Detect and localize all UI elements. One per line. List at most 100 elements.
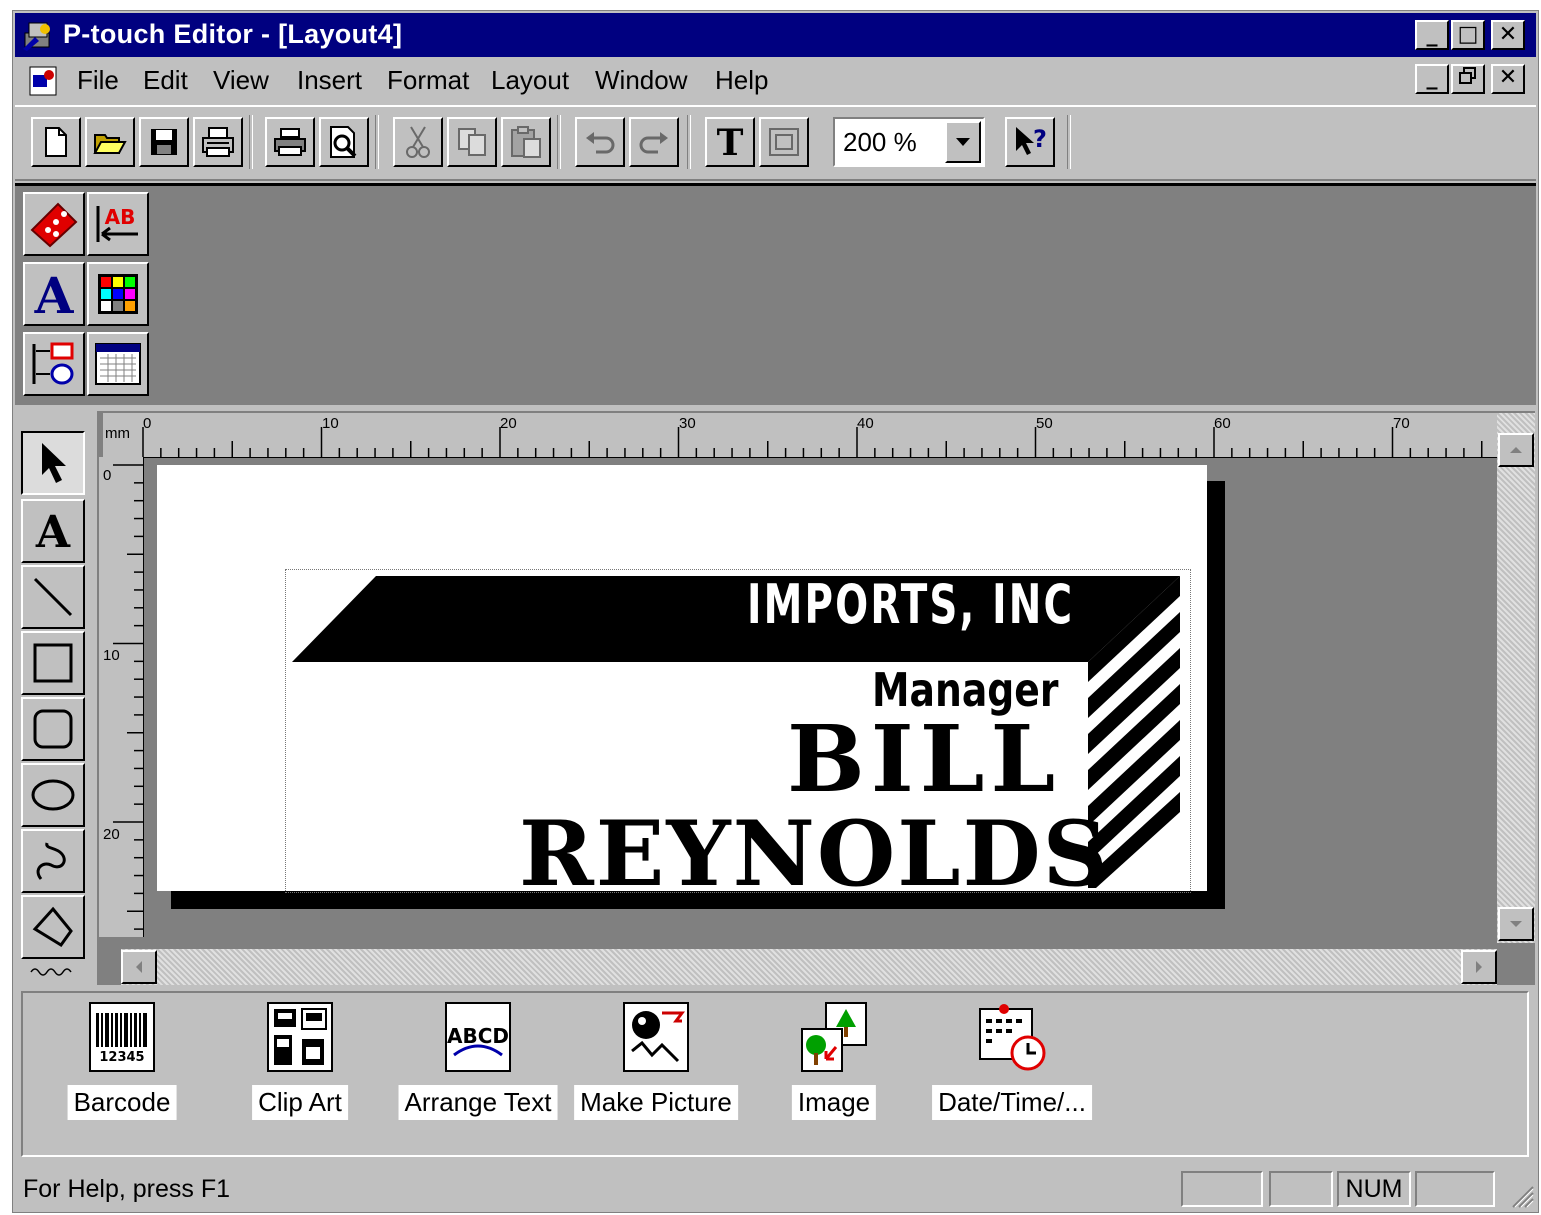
svg-text:AB: AB [105,205,136,229]
doc-restore-button[interactable] [1451,64,1485,94]
print-property-button[interactable] [23,192,85,256]
menu-format[interactable]: Format [387,65,469,96]
image-wizard-button[interactable]: Image [749,999,919,1129]
doc-minimize-button[interactable]: _ [1415,64,1449,94]
minimize-button[interactable]: _ [1415,20,1449,50]
select-tool[interactable] [21,431,85,495]
clip-art-wizard-button[interactable]: Clip Art [215,999,385,1129]
new-button[interactable] [31,117,81,167]
h-ruler-label: 70 [1393,415,1410,432]
menu-layout[interactable]: Layout [491,65,569,96]
restore-icon [1459,67,1476,84]
print-button[interactable] [265,117,315,167]
property-panel: AB A [15,183,1536,405]
ellipse-tool[interactable] [21,763,85,827]
zoom-combo[interactable]: 200 % [833,117,985,167]
h-ruler-label: 40 [857,415,874,432]
menu-view[interactable]: View [213,65,269,96]
context-help-button[interactable]: ? [1005,117,1055,167]
chevron-down-icon [1510,921,1522,927]
maximize-button[interactable]: □ [1451,20,1485,50]
scroll-left-button[interactable] [121,950,157,984]
vertical-scrollbar[interactable] [1497,413,1535,943]
date-time-icon [979,1004,1046,1071]
company-text[interactable]: IMPORTS, INC [747,573,1074,636]
context-help-icon: ? [1016,125,1047,155]
font-property-button[interactable]: A [23,262,85,326]
copy-button[interactable] [447,117,497,167]
scroll-right-button[interactable] [1461,950,1497,984]
menu-file[interactable]: File [77,65,119,96]
print-preview-button[interactable] [319,117,369,167]
text-layout-property-button[interactable]: AB [87,192,149,256]
text-tool[interactable]: A [21,499,85,563]
title-bar[interactable]: P-touch Editor - [Layout4] _ □ ✕ [15,13,1536,57]
draw-toolbar-more[interactable] [21,963,85,976]
table-property-button[interactable] [87,332,149,396]
rectangle-tool[interactable] [21,631,85,695]
rounded-rectangle-tool[interactable] [21,697,85,761]
status-help-text: For Help, press F1 [23,1175,231,1203]
paste-icon [511,126,541,158]
save-button[interactable] [139,117,189,167]
scroll-up-button[interactable] [1498,433,1534,467]
image-icon [801,1002,867,1072]
date-time-label: Date/Time/... [932,1085,1092,1120]
color-property-button[interactable] [87,262,149,326]
status-pane [1181,1171,1263,1207]
make-picture-wizard-button[interactable]: Make Picture [571,999,741,1129]
v-ruler-label: 20 [103,826,120,843]
num-lock-indicator: NUM [1337,1171,1411,1207]
first-name-text[interactable]: BILL [787,705,1061,813]
standard-toolbar: T 200 % ? [15,105,1536,181]
open-button[interactable] [85,117,135,167]
rounded-rectangle-icon [33,709,73,749]
app-window: P-touch Editor - [Layout4] _ □ ✕ File Ed… [12,10,1539,1213]
paste-button[interactable] [501,117,551,167]
app-icon[interactable] [21,19,55,51]
resize-grip-icon[interactable] [1509,1183,1535,1209]
menu-help[interactable]: Help [715,65,768,96]
horizontal-scrollbar[interactable] [121,949,1497,985]
redo-button[interactable] [629,117,679,167]
print-setup-button[interactable] [193,117,243,167]
menu-window[interactable]: Window [595,65,687,96]
redo-icon [639,132,668,154]
copy-icon [458,128,486,156]
layout-editor[interactable]: mm 0 10 20 30 40 50 60 70 0 10 20 IMPORT… [97,411,1535,985]
toolbar-separator [687,115,691,169]
barcode-icon: 12345 [89,1002,155,1072]
toolbar-separator [249,115,253,169]
freehand-tool[interactable] [21,829,85,893]
font-icon: A [34,269,75,319]
scroll-down-button[interactable] [1498,907,1534,941]
print-icon [274,128,306,156]
doc-close-button[interactable]: ✕ [1491,64,1525,94]
date-time-wizard-button[interactable]: Date/Time/... [927,999,1097,1129]
document-icon[interactable] [27,65,61,97]
print-preview-icon [330,126,357,158]
polygon-tool[interactable] [21,895,85,959]
ruler-unit: mm [105,425,130,442]
chevron-down-icon [956,138,970,146]
frame-button[interactable] [759,117,809,167]
arrange-text-wizard-button[interactable]: ABCD Arrange Text [393,999,563,1129]
label-paper[interactable]: IMPORTS, INC Manager BILL REYNOLDS [157,465,1207,907]
cut-button[interactable] [393,117,443,167]
last-name-text[interactable]: REYNOLDS [519,801,1110,907]
more-icon [30,968,72,976]
vertical-ruler-ticks [113,464,143,930]
minimize-icon: _ [1426,22,1438,47]
menu-insert[interactable]: Insert [297,65,362,96]
text-button[interactable]: T [705,117,755,167]
line-tool[interactable] [21,565,85,629]
horizontal-ruler: mm 0 10 20 30 40 50 60 70 [103,413,1497,458]
arrange-property-button[interactable] [23,332,85,396]
menu-edit[interactable]: Edit [143,65,188,96]
zoom-dropdown-button[interactable] [945,121,981,163]
barcode-wizard-button[interactable]: 12345 Barcode [37,999,207,1129]
h-ruler-label: 30 [679,415,696,432]
print-property-icon [30,202,78,248]
close-button[interactable]: ✕ [1491,20,1525,50]
undo-button[interactable] [575,117,625,167]
